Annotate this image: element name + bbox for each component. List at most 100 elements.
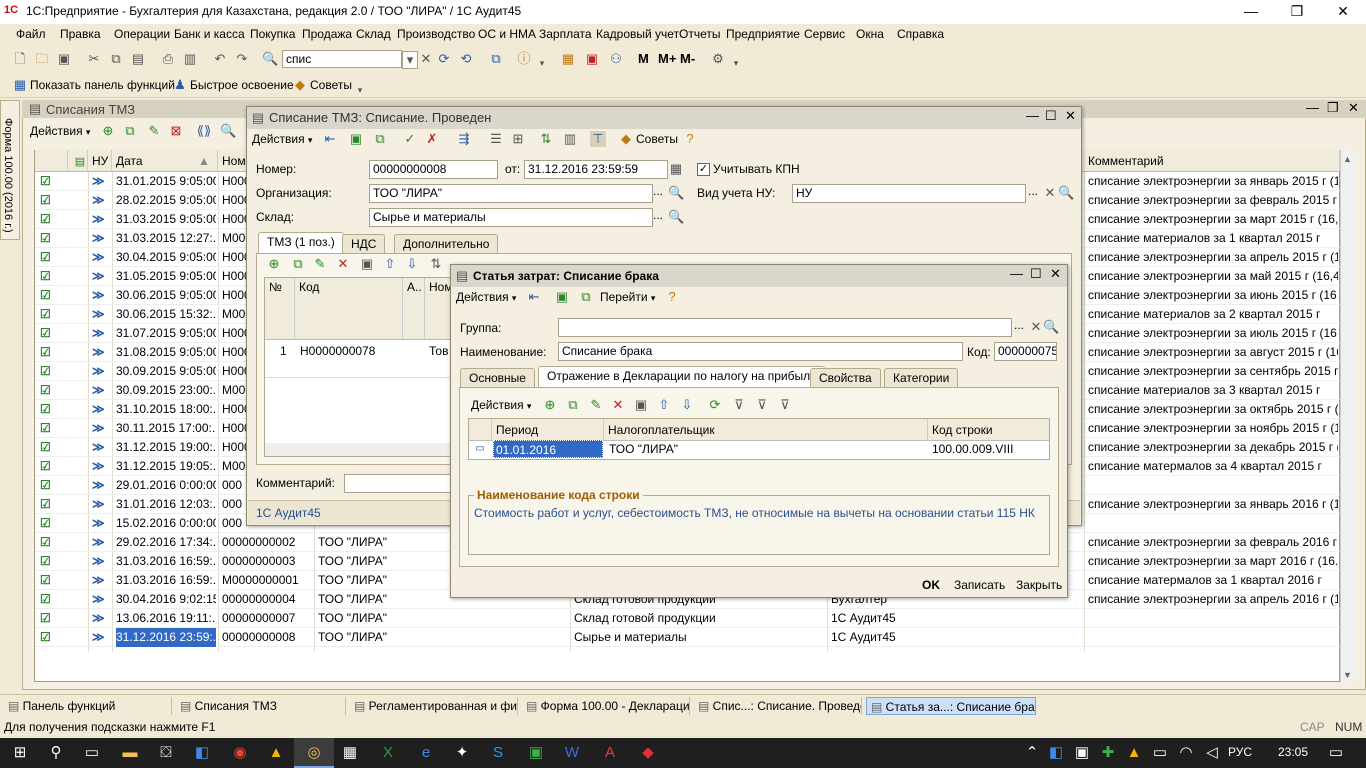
decl-filter-clear-icon[interactable]: ⊽ [777,397,793,413]
nu-select-button[interactable]: ... [1028,184,1038,198]
doc-org-field[interactable]: ТОО "ЛИРА" [369,184,653,203]
paste-icon[interactable]: ▤ [130,51,146,67]
decl-delete-icon[interactable]: ✕ [610,397,626,413]
doc-sklad-field[interactable]: Сырье и материалы [369,208,653,227]
copy-icon[interactable]: ⧉ [108,51,124,67]
menu-reports[interactable]: Отчеты [679,27,720,41]
menu-salary[interactable]: Зарплата [539,27,592,41]
tmz-delete-icon[interactable]: ✕ [335,256,351,272]
add-icon[interactable]: ⊕ [100,123,116,139]
window-tab-1[interactable]: ▤ Списания ТМЗ [176,697,346,715]
ok-button[interactable]: OK [922,578,940,592]
doc-dt-kt-icon[interactable]: ⇅ [538,131,554,147]
group-clear-icon[interactable]: ✕ [1028,319,1044,335]
task-view-icon[interactable]: ▭ [72,738,112,768]
menu-edit[interactable]: Правка [60,27,101,41]
close-dialog-button[interactable]: Закрыть [1016,578,1062,592]
sklad-open-icon[interactable]: 🔍 [668,209,684,225]
doc-number-field[interactable]: 00000000008 [369,160,498,179]
tray-drive-icon[interactable]: ▲ [1122,738,1146,768]
window-tab-4[interactable]: ▤ Спис...: Списание. Проведен [694,697,862,715]
window-tab-3[interactable]: ▤ Форма 100.00 - Деклараци... [522,697,690,715]
tab-main[interactable]: Основные [460,368,535,388]
calendar-picker-icon[interactable]: ▦ [668,161,684,177]
cost-actions-menu[interactable]: Действия ▾ [456,290,516,304]
doc-actions-menu[interactable]: Действия ▾ [252,132,312,146]
calculator-icon[interactable]: ▦ [560,51,576,67]
window-tab-5[interactable]: ▤ Статья за...: Списание брака [866,697,1036,715]
decl-add-icon[interactable]: ⊕ [542,397,558,413]
memory-add-button[interactable]: M+ [658,51,676,66]
menu-hr[interactable]: Кадровый учет [596,27,679,41]
tips-dropdown-icon[interactable]: ▾ [352,82,368,98]
settings-icon[interactable]: ⚙ [710,51,726,67]
redo-icon[interactable]: ↷ [234,51,250,67]
doc-post-close-icon[interactable]: ⇤ [322,131,338,147]
tab-declaration[interactable]: Отражение в Декларации по налогу на приб… [538,366,826,388]
drive-icon[interactable]: ▲ [256,738,296,768]
doc-tips-button[interactable]: Советы [636,132,678,146]
tray-clock[interactable]: 23:05 [1278,745,1308,759]
tmz-move-up-icon[interactable]: ⇧ [382,256,398,272]
ie-icon[interactable]: e [406,738,446,768]
kpn-checkbox[interactable]: ✓ [697,163,710,176]
cost-copy-icon[interactable]: ⧉ [578,289,594,305]
journal-close-button[interactable]: ✕ [1348,100,1359,116]
doc-comment-field[interactable] [344,474,452,493]
tmz-copy-icon[interactable]: ⧉ [290,256,306,272]
menu-file[interactable]: Файл [16,27,46,41]
word-icon[interactable]: W [552,738,592,768]
doc-write-icon[interactable]: ▣ [348,131,364,147]
cost-maximize-button[interactable]: ☐ [1030,266,1042,282]
chrome-icon[interactable]: ◉ [220,738,260,768]
cost-minimize-button[interactable]: — [1010,266,1023,281]
cost-help-icon[interactable]: ? [664,289,680,305]
decl-filter-icon[interactable]: ⊽ [731,397,747,413]
memory-m-button[interactable]: M [638,51,649,66]
group-select-button[interactable]: ... [1014,318,1024,332]
scroll-down-icon[interactable]: ▼ [1343,670,1352,680]
search-input[interactable]: спис [282,50,402,68]
journal-actions-menu[interactable]: Действия ▾ [30,124,90,138]
journal-restore-button[interactable]: ❐ [1327,100,1339,116]
maximize-button[interactable]: ❐ [1274,0,1320,24]
store-icon[interactable]: ⛋ [146,738,186,768]
tmz-move-down-icon[interactable]: ⇩ [404,256,420,272]
undo-icon[interactable]: ↶ [212,51,228,67]
decl-filter-list-icon[interactable]: ⊽ [754,397,770,413]
journal-scrollbar[interactable] [1340,150,1356,682]
doc-minimize-button[interactable]: — [1026,108,1039,123]
save-icon[interactable]: ▣ [56,51,72,67]
menu-windows[interactable]: Окна [856,27,884,41]
settings-dropdown-icon[interactable]: ▾ [728,55,744,71]
org-select-button[interactable]: ... [653,184,663,198]
pdf-icon[interactable]: A [590,738,630,768]
doc-nu-field[interactable]: НУ [792,184,1026,203]
new-document-icon[interactable]: 🗋 [12,51,28,67]
tray-shield-icon[interactable]: ▣ [1070,738,1094,768]
journal-minimize-button[interactable]: — [1306,100,1319,115]
decl-row-period[interactable]: 01.01.2016 [493,440,603,458]
grid-col-nu[interactable]: НУ [88,150,112,172]
window-tab-2[interactable]: ▤ Регламентированная и фин... [350,697,518,715]
scroll-up-icon[interactable]: ▲ [1343,154,1352,164]
tray-arrow-icon[interactable]: ⌃ [1022,738,1042,768]
doc-structure-icon[interactable]: ☰ [488,131,504,147]
menu-help[interactable]: Справка [897,27,944,41]
doc-post-icon[interactable]: ✓ [402,131,418,147]
minimize-button[interactable]: — [1228,0,1274,24]
tmz-hscroll[interactable] [265,443,451,456]
calendar-icon[interactable]: ▣ [584,51,600,67]
windows-search-icon[interactable]: ⚲ [36,738,76,768]
tab-nds[interactable]: НДС [342,234,386,254]
tmz-add-icon[interactable]: ⊕ [266,256,282,272]
menu-os-nma[interactable]: ОС и НМА [478,27,536,41]
tray-app-icon[interactable]: ✚ [1096,738,1120,768]
cost-write-icon[interactable]: ▣ [554,289,570,305]
menu-sales[interactable]: Продажа [302,27,352,41]
tmz-edit-icon[interactable]: ✎ [312,256,328,272]
print-icon[interactable]: ⎙ [160,51,176,67]
tab-categories[interactable]: Категории [884,368,959,388]
decl-copy-icon[interactable]: ⧉ [565,397,581,413]
app-green-icon[interactable]: ▣ [516,738,556,768]
